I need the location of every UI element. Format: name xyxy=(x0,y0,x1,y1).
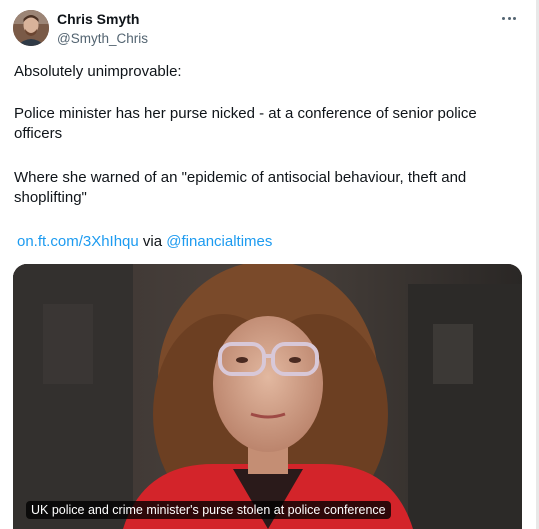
tweet-media-image[interactable] xyxy=(13,264,522,529)
via-handle-link[interactable]: @financialtimes xyxy=(166,233,272,250)
tweet-card: Chris Smyth @Smyth_Chris Absolutely unim… xyxy=(0,0,539,529)
article-link[interactable]: on.ft.com/3XhIhqu xyxy=(17,233,139,250)
media-caption: UK police and crime minister's purse sto… xyxy=(26,501,391,519)
more-options-button[interactable] xyxy=(498,8,520,28)
avatar-image xyxy=(13,10,49,46)
tweet-text-line-2: Police minister has her purse nicked - a… xyxy=(14,105,477,142)
avatar[interactable] xyxy=(13,10,49,46)
author-handle[interactable]: @Smyth_Chris xyxy=(57,31,148,46)
photo xyxy=(13,264,522,529)
via-label: via xyxy=(142,233,163,250)
tweet-text-line-1: Absolutely unimprovable: xyxy=(14,63,182,80)
author-name[interactable]: Chris Smyth xyxy=(57,11,139,27)
more-horizontal-icon xyxy=(502,16,506,20)
tweet-link-row: on.ft.com/3XhIhqu via @financialtimes xyxy=(17,232,522,252)
tweet-text-line-3: Where she warned of an "epidemic of anti… xyxy=(14,169,467,206)
